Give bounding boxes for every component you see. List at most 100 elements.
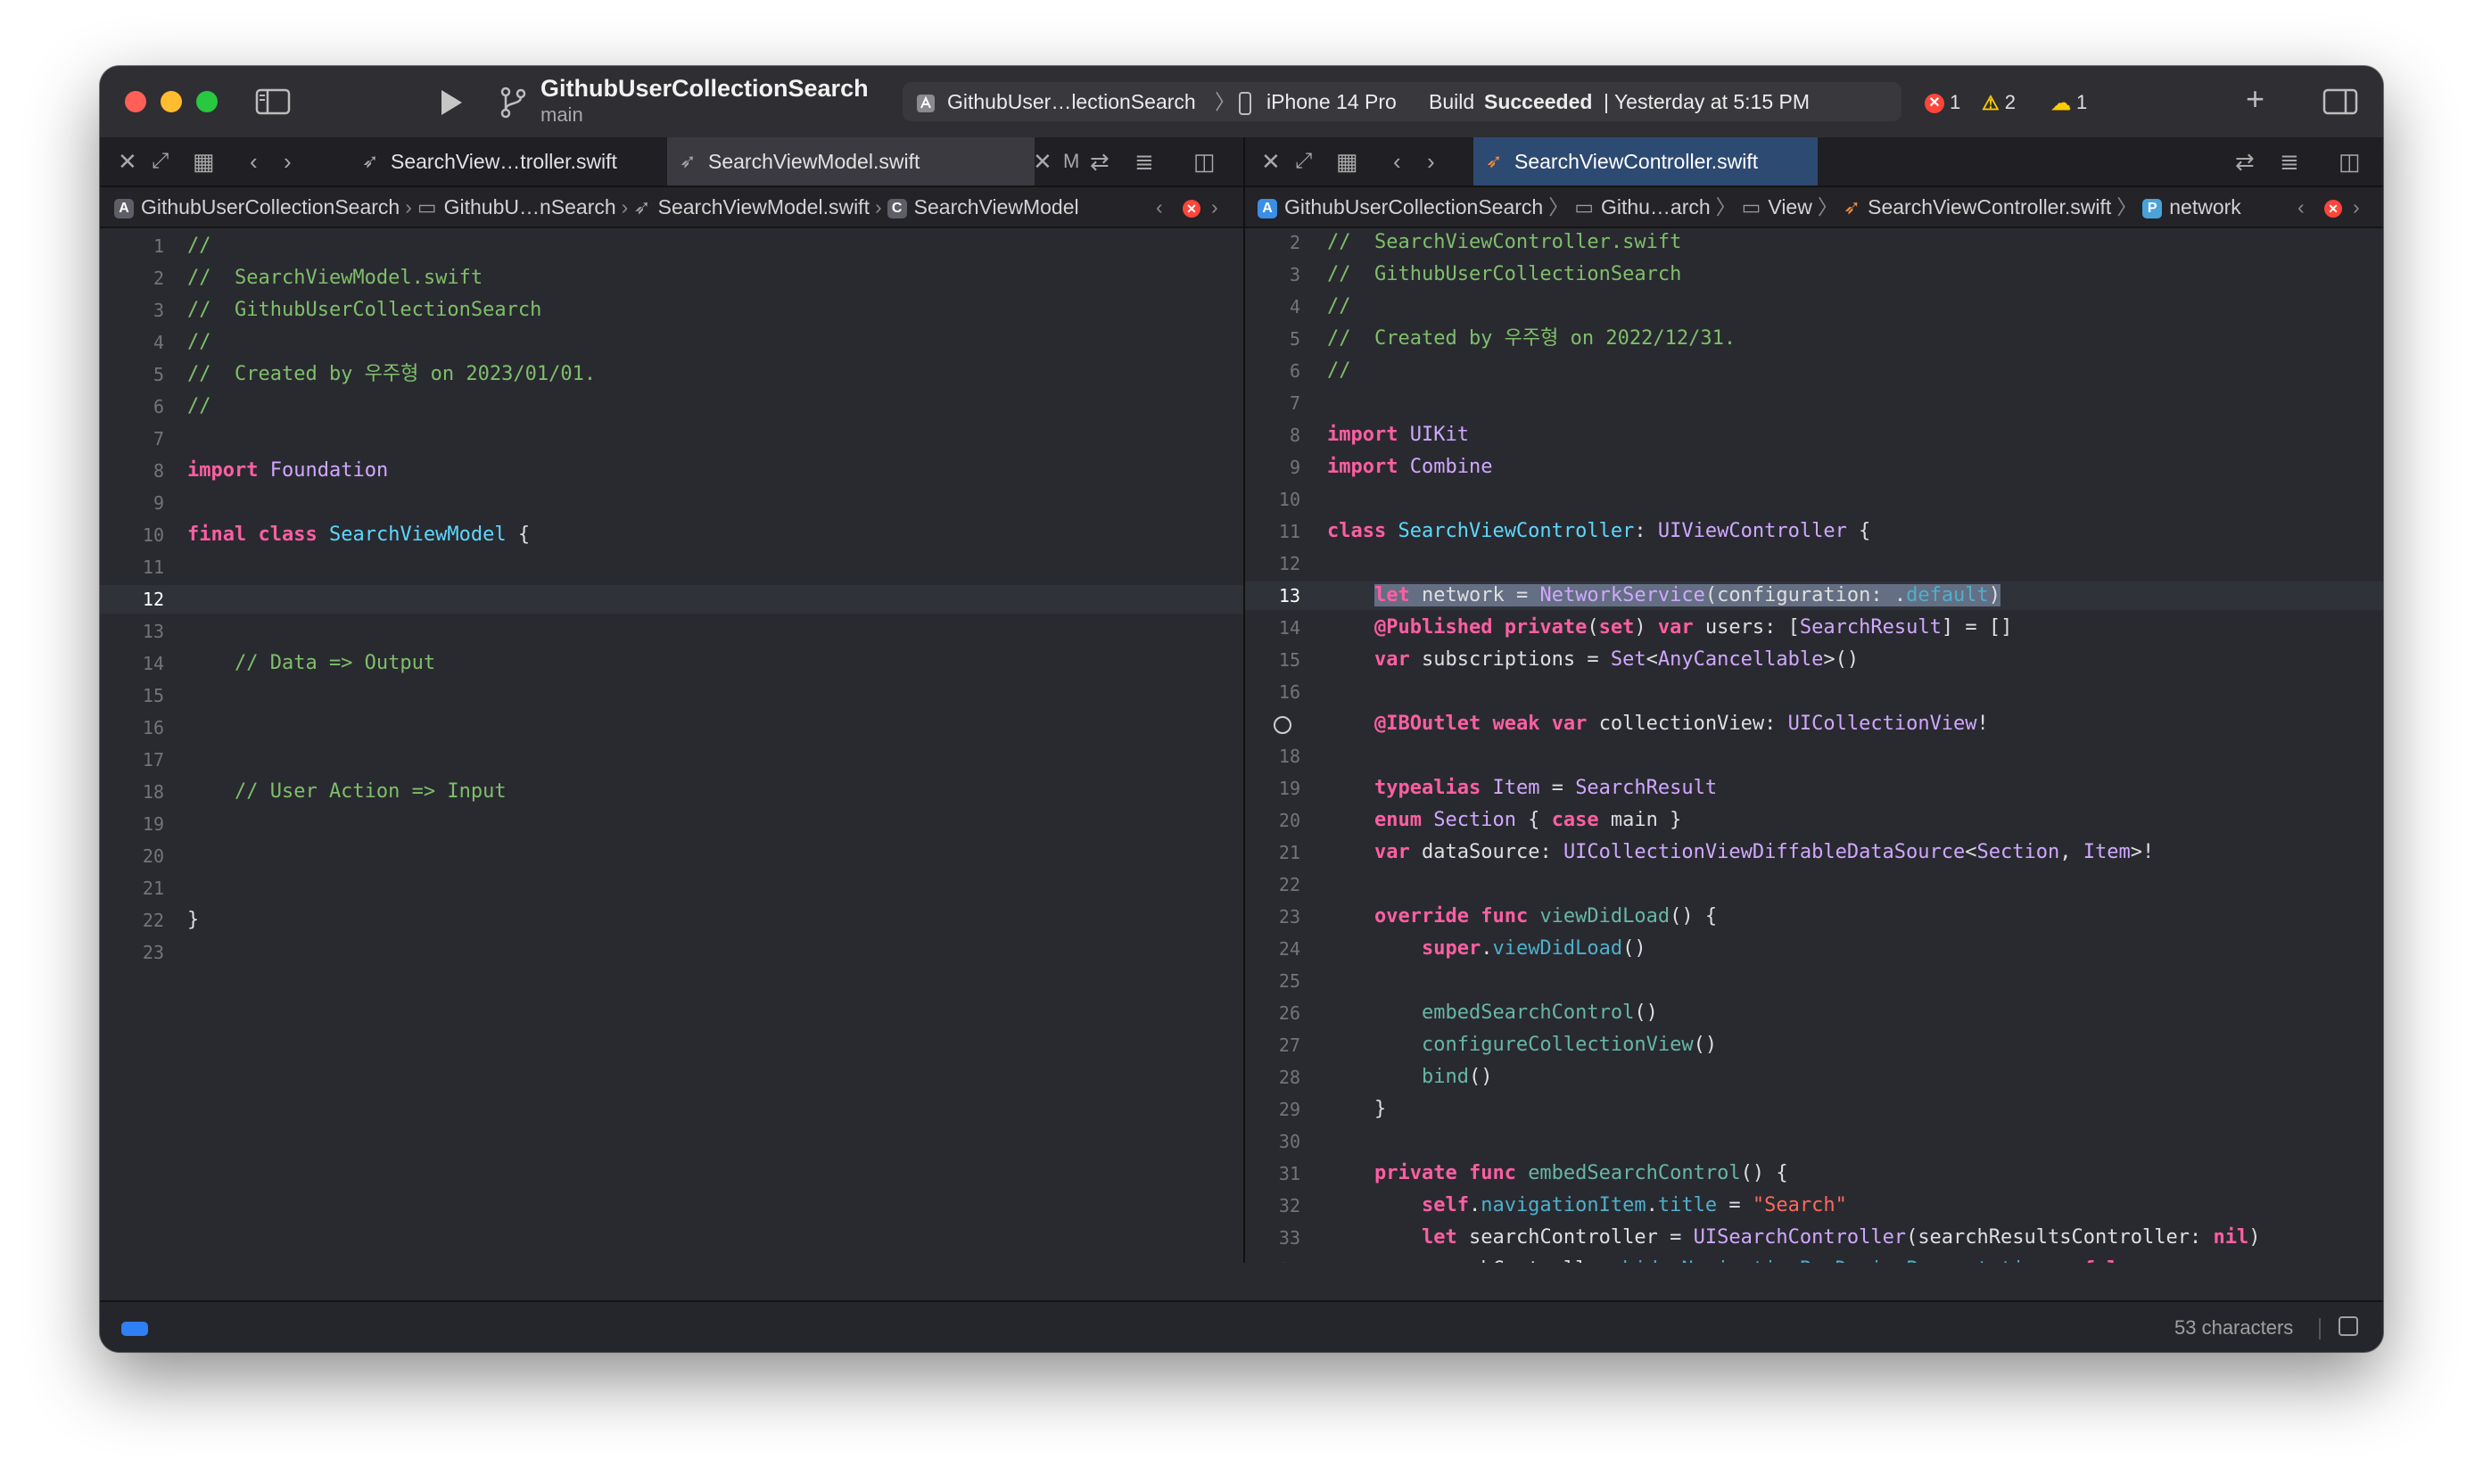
code-line[interactable]: 7 xyxy=(100,425,1243,453)
line-number[interactable]: 25 xyxy=(1245,967,1300,995)
line-number[interactable]: 15 xyxy=(1245,646,1300,674)
line-number[interactable]: 33 xyxy=(1245,1224,1300,1252)
line-number[interactable]: 12 xyxy=(1245,549,1300,578)
zoom-window-button[interactable] xyxy=(196,91,218,112)
code-line[interactable]: 14 @Published private(set) var users: [S… xyxy=(1245,614,2383,642)
line-number[interactable]: 32 xyxy=(1245,1191,1300,1220)
jump-subgroup[interactable]: View xyxy=(1768,195,1811,218)
error-count[interactable]: ✕ 1 xyxy=(1925,89,1960,116)
code-line[interactable]: 1 // xyxy=(100,232,1243,260)
code-line[interactable]: 22} xyxy=(100,906,1243,935)
line-number[interactable]: 15 xyxy=(100,681,164,710)
code-line[interactable]: 29 } xyxy=(1245,1095,2383,1124)
close-window-button[interactable] xyxy=(125,91,146,112)
debug-area-toggle-icon[interactable] xyxy=(121,1322,148,1336)
line-number[interactable]: 13 xyxy=(100,617,164,646)
line-number[interactable]: 22 xyxy=(1245,870,1300,899)
close-editor-icon[interactable]: ✕ xyxy=(1261,148,1281,175)
expand-icon[interactable]: ⤢ xyxy=(1295,148,1312,175)
warning-count[interactable]: ⚠ 2 xyxy=(1982,89,2016,116)
line-number[interactable]: 34 xyxy=(1245,1256,1300,1263)
code-line[interactable]: 27 configureCollectionView() xyxy=(1245,1031,2383,1059)
code-line[interactable]: 10 final class SearchViewModel { xyxy=(100,521,1243,549)
line-number[interactable]: 20 xyxy=(1245,806,1300,835)
jump-project[interactable]: GithubUserCollectionSearch xyxy=(141,195,400,218)
run-play-icon[interactable] xyxy=(435,87,466,123)
code-line[interactable]: 12 xyxy=(1245,549,2383,578)
issue-error-icon[interactable]: ✕ xyxy=(2324,187,2342,227)
code-line[interactable]: 21 xyxy=(100,874,1243,903)
tab-searchviewcontroller[interactable]: ➶ SearchView…troller.swift xyxy=(350,137,721,186)
line-number[interactable]: 8 xyxy=(100,457,164,485)
line-number[interactable]: 31 xyxy=(1245,1159,1300,1188)
forward-chevron-icon[interactable]: › xyxy=(284,148,292,175)
line-number[interactable]: 23 xyxy=(100,938,164,967)
line-number[interactable]: 30 xyxy=(1245,1127,1300,1156)
code-line[interactable]: 7 xyxy=(1245,389,2383,417)
line-number[interactable]: 7 xyxy=(100,425,164,453)
line-number[interactable]: 26 xyxy=(1245,999,1300,1027)
line-number[interactable]: 14 xyxy=(100,649,164,678)
swap-icon[interactable]: ⇄ xyxy=(1090,148,1110,175)
toggle-navigator-icon[interactable] xyxy=(255,87,291,121)
line-number[interactable]: 16 xyxy=(1245,678,1300,706)
scheme-status-bar[interactable]: GithubUser…lectionSearch 〉 iPhone 14 Pro… xyxy=(903,82,1901,121)
swap-icon[interactable]: ⇄ xyxy=(2235,148,2255,175)
code-line[interactable]: 14 // Data => Output xyxy=(100,649,1243,678)
code-line[interactable]: 6 // xyxy=(100,392,1243,421)
expand-icon[interactable]: ⤢ xyxy=(152,148,169,175)
code-line[interactable]: 20 xyxy=(100,842,1243,870)
code-line[interactable]: 22 xyxy=(1245,870,2383,899)
jump-symbol[interactable]: SearchViewModel xyxy=(914,195,1079,218)
editor-options-icon[interactable]: ≣ xyxy=(1134,148,1154,175)
line-number[interactable]: 8 xyxy=(1245,421,1300,449)
code-line[interactable]: 23 override func viewDidLoad() { xyxy=(1245,903,2383,931)
code-line[interactable]: 11 xyxy=(100,553,1243,581)
code-line[interactable]: 4 // xyxy=(100,328,1243,357)
code-line[interactable]: 6 // xyxy=(1245,357,2383,385)
right-code-editor[interactable]: 2 // SearchViewController.swift 3 // Github… xyxy=(1245,228,2383,1263)
issue-error-icon[interactable]: ✕ xyxy=(1183,187,1200,227)
left-code-editor[interactable]: 1 // 2 // SearchViewModel.swift 3 // GithubUs… xyxy=(100,228,1243,1263)
scheme-name[interactable]: GithubUser…lectionSearch xyxy=(947,82,1196,121)
code-line[interactable]: 11 class SearchViewController: UIViewCont… xyxy=(1245,517,2383,546)
jump-file[interactable]: SearchViewController.swift xyxy=(1868,195,2111,218)
add-plus-icon[interactable]: + xyxy=(2246,83,2264,115)
line-number[interactable]: 20 xyxy=(100,842,164,870)
code-line[interactable]: 21 var dataSource: UICollectionViewDiffa… xyxy=(1245,838,2383,867)
device-name[interactable]: iPhone 14 Pro xyxy=(1266,82,1397,121)
line-number[interactable]: 11 xyxy=(1245,517,1300,546)
code-line[interactable]: 2 // SearchViewModel.swift xyxy=(100,264,1243,293)
line-number[interactable]: 4 xyxy=(1245,293,1300,321)
code-line[interactable]: 17 xyxy=(100,746,1243,774)
code-line[interactable]: 18 // User Action => Input xyxy=(100,778,1243,806)
code-line[interactable]: 3 // GithubUserCollectionSearch xyxy=(1245,260,2383,289)
line-number[interactable]: 16 xyxy=(100,713,164,742)
line-number[interactable]: 5 xyxy=(1245,325,1300,353)
code-line[interactable]: 12 xyxy=(100,585,1243,614)
grid-icon[interactable]: ▦ xyxy=(1336,148,1358,175)
code-line[interactable]: 10 xyxy=(1245,485,2383,514)
toggle-inspector-icon[interactable] xyxy=(2322,87,2358,121)
line-number[interactable]: 11 xyxy=(100,553,164,581)
code-line[interactable]: 20 enum Section { case main } xyxy=(1245,806,2383,835)
code-line[interactable]: 34 searchController.hidesNavigationBarDu… xyxy=(1245,1256,2383,1263)
line-number[interactable]: 2 xyxy=(100,264,164,293)
line-number[interactable]: 5 xyxy=(100,360,164,389)
line-number[interactable]: 29 xyxy=(1245,1095,1300,1124)
runtime-warning-count[interactable]: ☁ 1 xyxy=(2051,89,2087,116)
line-number[interactable]: 19 xyxy=(1245,774,1300,803)
code-line[interactable]: 24 super.viewDidLoad() xyxy=(1245,935,2383,963)
code-line[interactable]: 25 xyxy=(1245,967,2383,995)
tab-searchviewcontroller-active[interactable]: ➶ SearchViewController.swift xyxy=(1473,137,1818,186)
back-chevron-icon[interactable]: ‹ xyxy=(1156,187,1163,227)
code-line[interactable]: 16 xyxy=(1245,678,2383,706)
code-line[interactable]: 18 xyxy=(1245,742,2383,771)
code-line[interactable]: 32 self.navigationItem.title = "Search" xyxy=(1245,1191,2383,1220)
line-number[interactable]: 13 xyxy=(1245,581,1300,610)
code-line[interactable]: 2 // SearchViewController.swift xyxy=(1245,228,2383,257)
forward-chevron-icon[interactable]: › xyxy=(2353,187,2360,227)
line-number[interactable]: 2 xyxy=(1245,228,1300,257)
outlet-connection-icon[interactable] xyxy=(1274,716,1291,734)
line-number[interactable]: 3 xyxy=(1245,260,1300,289)
